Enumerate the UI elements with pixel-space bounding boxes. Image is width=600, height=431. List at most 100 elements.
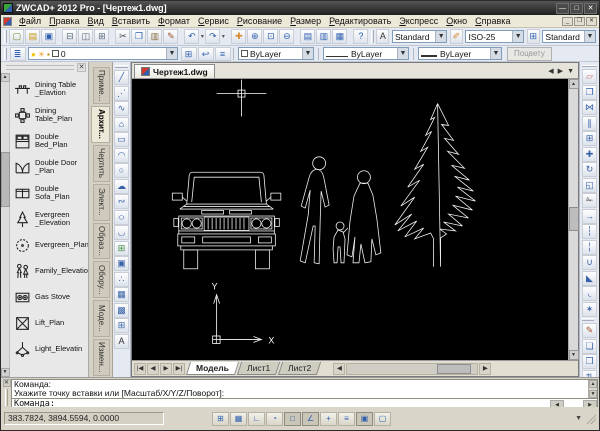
polygon-icon[interactable]: ⌂: [114, 117, 129, 132]
palette-item-dining-table-plan[interactable]: Dining Table_Plan: [10, 102, 88, 128]
palette-grip[interactable]: [6, 65, 74, 70]
erase-icon[interactable]: ▱: [582, 69, 597, 84]
mdi-restore-button[interactable]: ❐: [574, 17, 585, 26]
sheet-first-icon[interactable]: |◀: [134, 363, 146, 375]
layer-manager-icon[interactable]: ≣: [10, 47, 26, 61]
pan-icon[interactable]: ✚: [231, 29, 246, 44]
toolbar-grip[interactable]: [4, 30, 7, 44]
vscroll-thumb[interactable]: [569, 207, 579, 231]
close-button[interactable]: ✕: [584, 3, 597, 14]
palette-tab-7[interactable]: Моде...: [93, 300, 110, 337]
menu-item-8[interactable]: Размер: [286, 16, 325, 26]
minimize-button[interactable]: —: [556, 3, 569, 14]
match-properties-icon[interactable]: ✎: [582, 323, 597, 338]
linetype-dropdown[interactable]: ByLayer ▼: [323, 47, 409, 60]
zoom-realtime-icon[interactable]: ⊕: [247, 29, 262, 44]
polyline-icon[interactable]: ∿: [114, 101, 129, 116]
mirror-icon[interactable]: ⋈: [582, 100, 597, 115]
table-icon[interactable]: ⊞: [114, 318, 129, 333]
maximize-button[interactable]: □: [570, 3, 583, 14]
copy-icon[interactable]: ❐: [582, 85, 597, 100]
circle-icon[interactable]: ○: [114, 163, 129, 178]
tab-prev-icon[interactable]: ◀: [546, 66, 555, 78]
make-block-icon[interactable]: ▣: [114, 256, 129, 271]
palette-scroll-thumb[interactable]: [1, 152, 10, 207]
rotate-icon[interactable]: ↻: [582, 162, 597, 177]
scroll-up-icon[interactable]: ▲: [589, 380, 597, 388]
dropdown-arrow-icon[interactable]: ▼: [584, 31, 595, 42]
palette-tab-4[interactable]: Элект...: [93, 184, 110, 221]
lineweight-dropdown[interactable]: ByLayer ▼: [418, 47, 502, 60]
status-toggle-lwt[interactable]: ≡: [338, 412, 355, 426]
cut-icon[interactable]: ✂: [115, 29, 130, 44]
palette-tab-6[interactable]: Обору...: [93, 261, 110, 298]
sheet-tab-Модель[interactable]: Модель: [186, 362, 239, 375]
point-icon[interactable]: ∴: [114, 272, 129, 287]
dim-style-dropdown[interactable]: ISO-25 ▼: [465, 30, 524, 43]
print-icon[interactable]: ⊟: [62, 29, 77, 44]
command-grip[interactable]: [5, 389, 8, 406]
status-menu-icon[interactable]: ▼: [575, 415, 582, 422]
color-dropdown[interactable]: ByLayer ▼: [238, 47, 314, 60]
scroll-down-icon[interactable]: ▼: [569, 350, 579, 360]
palette-item-evergreen-elevation[interactable]: Evergreen_Elevation: [10, 206, 88, 232]
tab-next-icon[interactable]: ▶: [556, 66, 565, 78]
document-tab[interactable]: Чертеж1.dwg: [134, 64, 215, 78]
print-preview-icon[interactable]: ◫: [78, 29, 93, 44]
drawing-canvas[interactable]: Y X: [132, 79, 568, 364]
undo-icon[interactable]: ↶: [184, 29, 199, 44]
match-color-button[interactable]: Поцвету: [507, 47, 552, 61]
palette-item-dining-table-elevation[interactable]: Dining Table_Elavtion: [10, 76, 88, 102]
paste-icon[interactable]: ▥: [147, 29, 162, 44]
scroll-down-icon[interactable]: ▼: [589, 390, 597, 398]
sheet-next-icon[interactable]: ▶: [160, 363, 172, 375]
rectangle-icon[interactable]: ▭: [114, 132, 129, 147]
menu-item-12[interactable]: Справка: [471, 16, 514, 26]
scroll-down-icon[interactable]: ▼: [1, 368, 10, 377]
layer-bulb-icon[interactable]: ●: [31, 50, 36, 59]
command-close-icon[interactable]: ✕: [3, 379, 11, 387]
status-toggle-dyn[interactable]: +: [320, 412, 337, 426]
redo-dropdown-icon[interactable]: ▾: [222, 33, 225, 40]
spline-icon[interactable]: ∾: [114, 194, 129, 209]
ray-icon[interactable]: ⋰: [114, 86, 129, 101]
fillet-icon[interactable]: ◟: [582, 286, 597, 301]
extend-icon[interactable]: →: [582, 209, 597, 224]
menu-item-9[interactable]: Редактировать: [325, 16, 395, 26]
layer-sun-icon[interactable]: ☀: [38, 50, 45, 59]
sheet-tab-Лист2[interactable]: Лист2: [278, 362, 321, 375]
palette-item-family-elevation[interactable]: Family_Elevation: [10, 258, 88, 284]
palette-header[interactable]: ✕: [1, 62, 88, 73]
ellipse-arc-icon[interactable]: ◡: [114, 225, 129, 240]
sheet-tab-Лист1[interactable]: Лист1: [237, 362, 280, 375]
layout-tabs-icon[interactable]: ▥: [316, 29, 331, 44]
palette-item-light-elevation[interactable]: Light_Elevatin: [10, 336, 88, 362]
status-toggle-otrack[interactable]: ∠: [302, 412, 319, 426]
arc-icon[interactable]: ◠: [114, 148, 129, 163]
menu-item-11[interactable]: Окно: [442, 16, 471, 26]
mdi-minimize-button[interactable]: _: [562, 17, 573, 26]
hscroll-thumb[interactable]: [437, 364, 471, 374]
text-style-dropdown[interactable]: Standard ▼: [392, 30, 447, 43]
dropdown-arrow-icon[interactable]: ▼: [302, 48, 313, 59]
palette-item-evergreen-plan[interactable]: Evergreen_Plan: [10, 232, 88, 258]
dropdown-arrow-icon[interactable]: ▼: [435, 31, 446, 42]
layer-previous-icon[interactable]: ↩: [198, 47, 214, 61]
menu-item-6[interactable]: Сервис: [194, 16, 233, 26]
palette-item-double-door-plan[interactable]: Double Door _Plan: [10, 154, 88, 180]
palette-tab-2[interactable]: Архит...: [91, 106, 110, 143]
explode-icon[interactable]: ✶: [582, 302, 597, 317]
scroll-up-icon[interactable]: ▲: [569, 79, 579, 89]
dropdown-arrow-icon[interactable]: ▼: [512, 31, 523, 42]
redo-icon[interactable]: ↷: [205, 29, 220, 44]
layer-states-icon[interactable]: ≡: [215, 47, 231, 61]
draworder-front-icon[interactable]: ❏: [582, 339, 597, 354]
insert-block-icon[interactable]: ⊞: [114, 241, 129, 256]
save-icon[interactable]: ▣: [41, 29, 56, 44]
palette-item-lift-plan[interactable]: Lift_Plan: [10, 310, 88, 336]
revision-cloud-icon[interactable]: ☁: [114, 179, 129, 194]
new-icon[interactable]: ▢: [9, 29, 24, 44]
array-icon[interactable]: ⊞: [582, 131, 597, 146]
layers-toolbar-grip[interactable]: [4, 48, 7, 60]
palette-item-double-sofa-plan[interactable]: Double Sofa_Plan: [10, 180, 88, 206]
